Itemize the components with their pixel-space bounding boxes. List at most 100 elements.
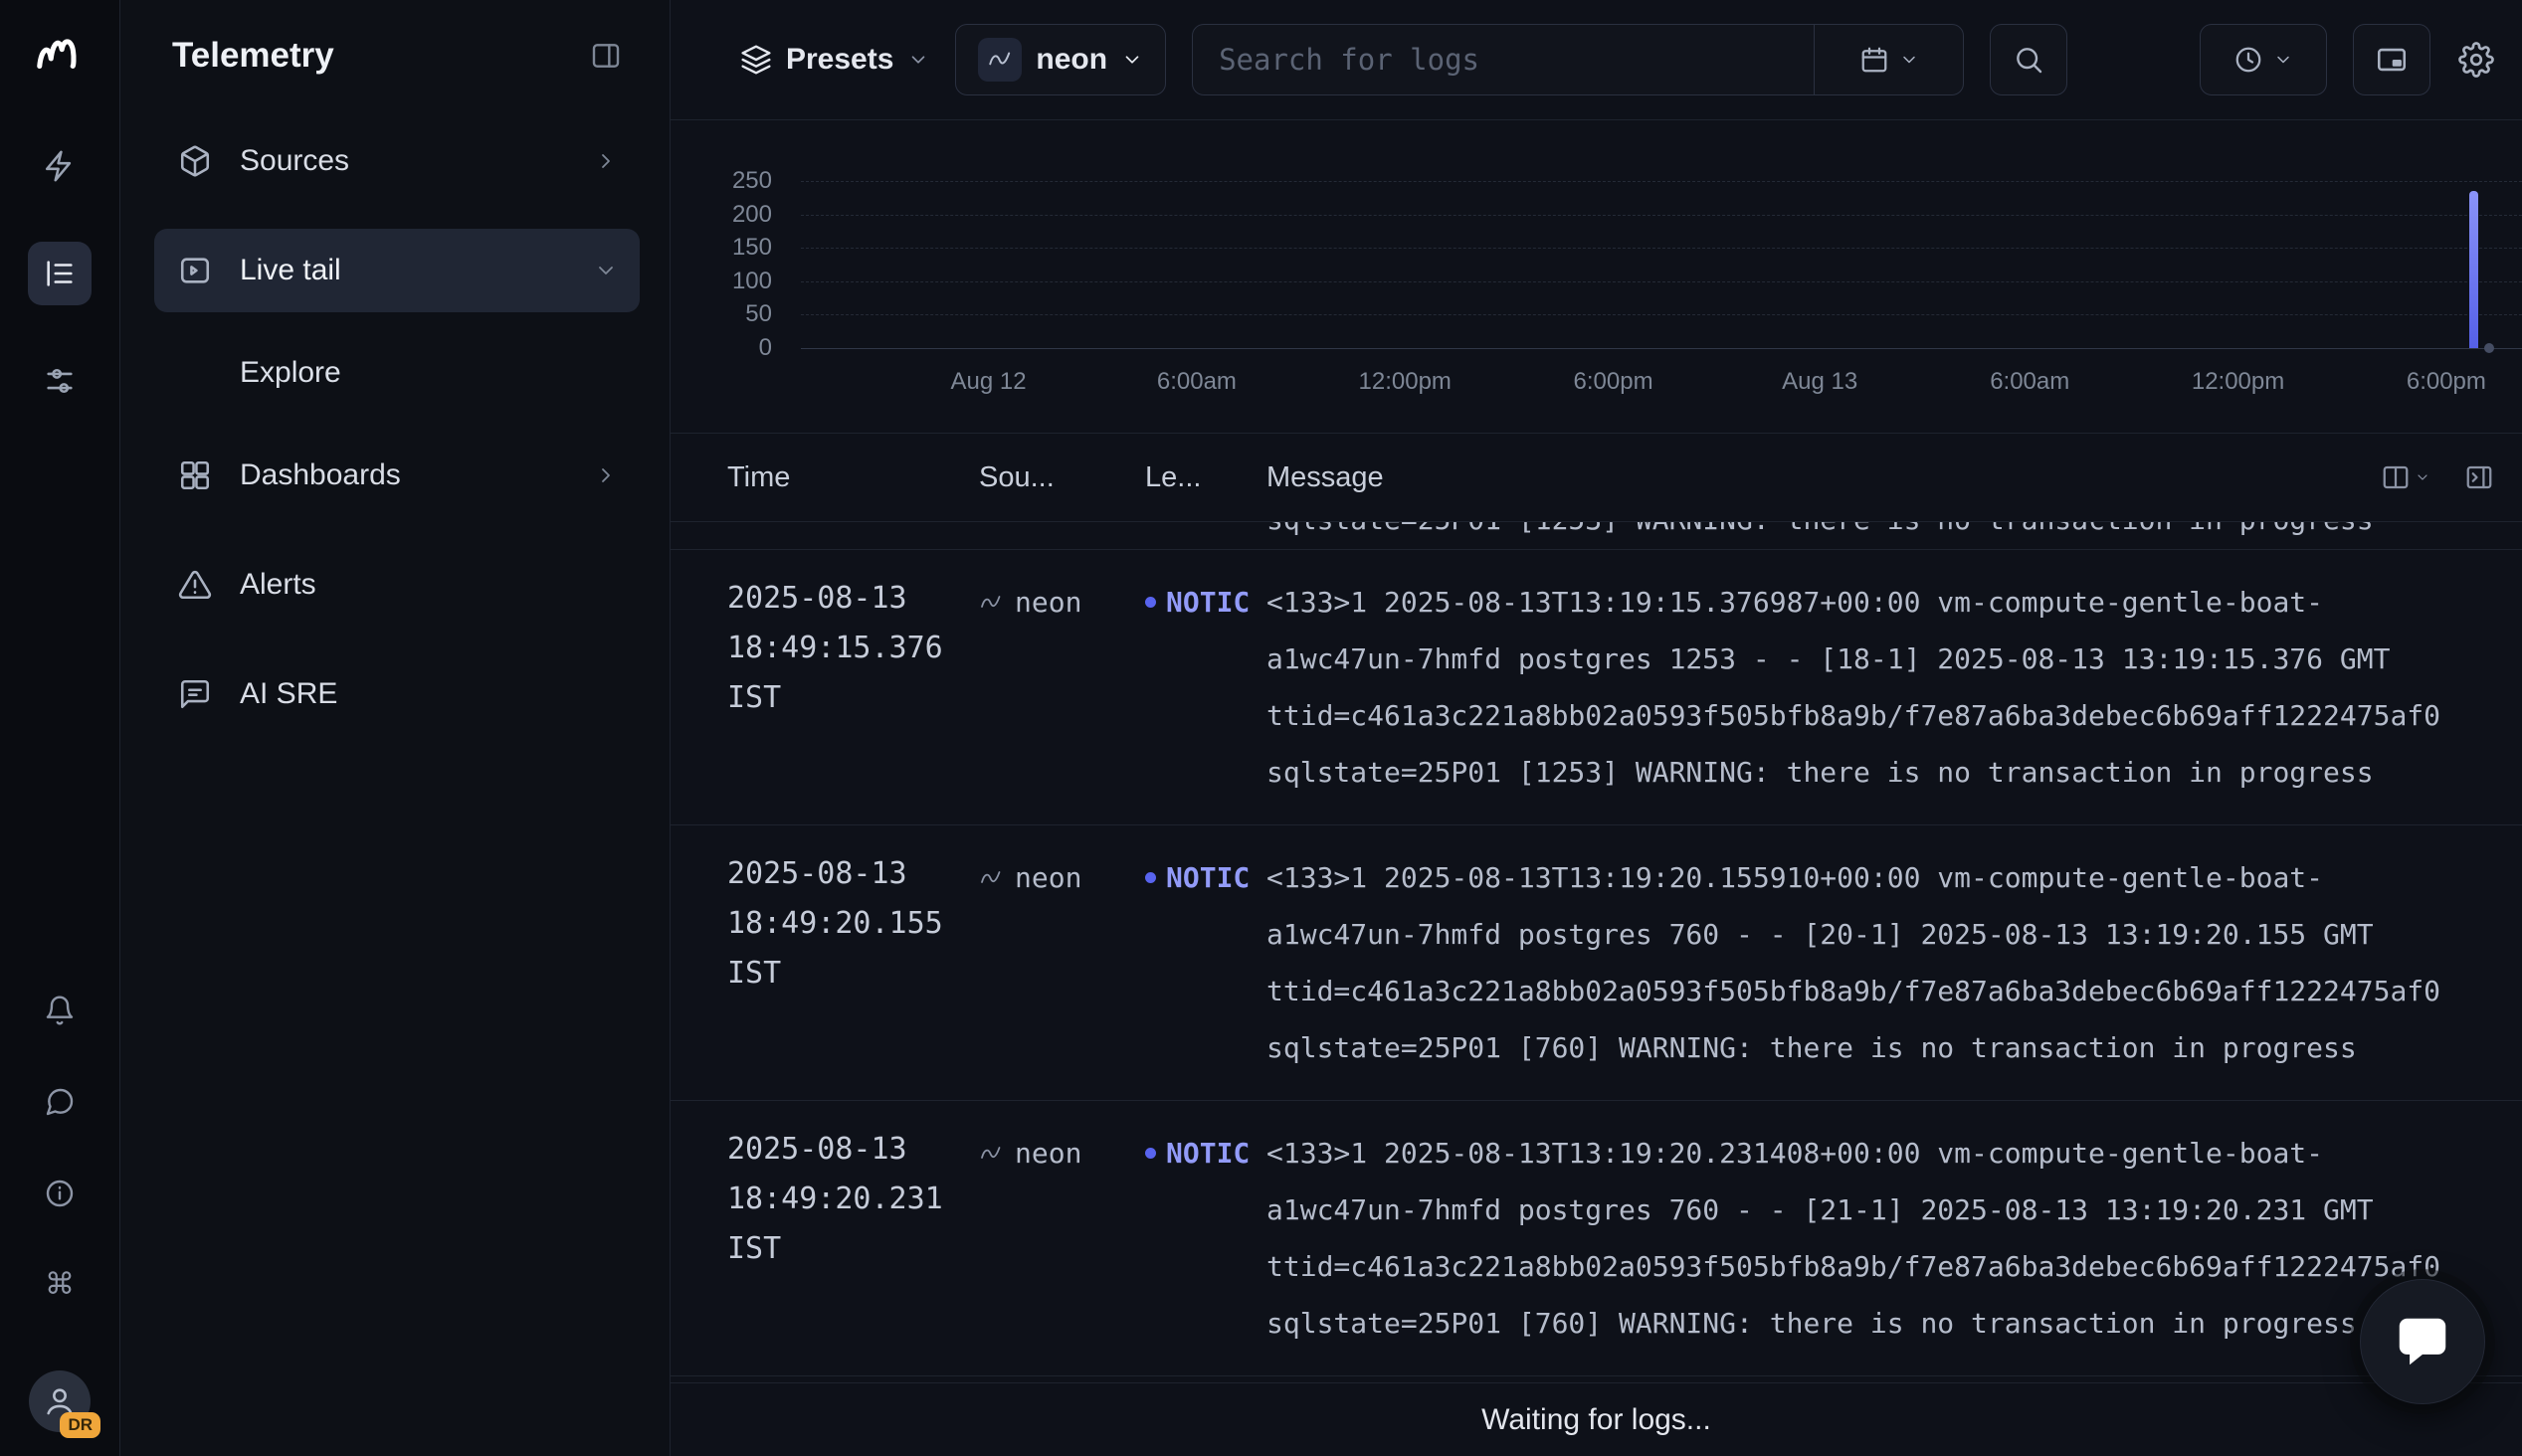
log-tz: IST — [727, 949, 979, 999]
column-header-message-label[interactable]: Message — [1266, 461, 1384, 494]
log-time: 2025-08-13 18:49:20.155 IST — [727, 849, 979, 1076]
log-list[interactable]: sqlstate=25P01 [1253] WARNING: there is … — [671, 522, 2522, 1382]
log-row[interactable]: 2025-08-13 18:49:20.155 IST neon NOTIC <… — [671, 825, 2522, 1101]
settings-button[interactable] — [2458, 42, 2494, 78]
log-level: NOTIC — [1145, 574, 1266, 801]
y-tick: 50 — [745, 300, 772, 328]
log-tz: IST — [727, 1224, 979, 1274]
log-source: neon — [979, 1125, 1145, 1352]
gridline — [801, 314, 2522, 315]
columns-icon — [2381, 462, 2411, 492]
y-tick: 100 — [732, 268, 772, 295]
split-view-button[interactable] — [2464, 462, 2494, 492]
search-button[interactable] — [1990, 24, 2067, 95]
level-dot-icon — [1145, 1148, 1156, 1159]
warning-triangle-icon — [176, 568, 214, 602]
rail-item-logs[interactable] — [28, 242, 92, 305]
rail-item-metrics[interactable] — [28, 349, 92, 413]
log-row[interactable]: 2025-08-13 18:49:20.231 IST neon NOTIC <… — [671, 1101, 2522, 1376]
log-message-line: <133>1 2025-08-13T13:19:20.231408+00:00 … — [1266, 1125, 2494, 1182]
sidebar-item-live-tail[interactable]: Live tail — [154, 229, 640, 312]
chart-plot-area[interactable] — [801, 181, 2522, 348]
gridline — [801, 215, 2522, 216]
app-root: ⌘ DR Telemetry Sources — [0, 0, 2522, 1456]
columns-settings-button[interactable] — [2381, 462, 2430, 492]
log-row[interactable]: 2025-08-13 18:49:15.376 IST neon NOTIC <… — [671, 550, 2522, 825]
sidebar-item-label: Live tail — [240, 254, 594, 287]
message-square-icon — [176, 677, 214, 711]
log-time: 2025-08-13 18:49:20.231 IST — [727, 1125, 979, 1352]
sidebar-item-label: Dashboards — [240, 458, 594, 492]
saved-filters-dropdown[interactable] — [1814, 25, 1963, 94]
log-message-clipped: sqlstate=25P01 [1253] WARNING: there is … — [1266, 522, 2522, 548]
pip-view-button[interactable] — [2353, 24, 2430, 95]
log-message: <133>1 2025-08-13T13:19:20.231408+00:00 … — [1266, 1125, 2494, 1352]
panel-right-icon — [2464, 462, 2494, 492]
clock-icon — [2233, 45, 2263, 75]
x-tick: 12:00pm — [1359, 368, 1452, 396]
source-selector[interactable]: neon — [955, 24, 1166, 95]
column-header-time[interactable]: Time — [727, 461, 979, 494]
log-message-line: sqlstate=25P01 [1253] WARNING: there is … — [1266, 744, 2494, 801]
main-content: Presets neon — [671, 0, 2522, 1456]
column-header-level[interactable]: Le... — [1145, 461, 1266, 494]
sidebar-item-ai-sre[interactable]: AI SRE — [154, 652, 640, 736]
x-tick: 6:00am — [1990, 368, 2069, 396]
command-icon[interactable]: ⌘ — [40, 1265, 80, 1305]
chat-icon — [2392, 1311, 2453, 1372]
gridline — [801, 181, 2522, 182]
log-source-name: neon — [1015, 574, 1081, 631]
sidebar-item-explore[interactable]: Explore — [154, 338, 640, 408]
column-header-source[interactable]: Sou... — [979, 461, 1145, 494]
sidebar-header: Telemetry — [120, 36, 670, 76]
chart-x-axis: Aug 12 6:00am 12:00pm 6:00pm Aug 13 6:00… — [801, 368, 2522, 400]
log-message-line: ttid=c461a3c221a8bb02a0593f505bfb8a9b/f7… — [1266, 963, 2494, 1019]
grid-icon — [176, 458, 214, 492]
log-source-name: neon — [1015, 849, 1081, 906]
y-tick: 150 — [732, 234, 772, 262]
rail-item-quickstart[interactable] — [28, 134, 92, 198]
chart-y-axis: 250 200 150 100 50 0 — [671, 181, 786, 348]
source-icon — [979, 1125, 1003, 1182]
sidebar-item-label: Explore — [240, 356, 618, 390]
y-tick: 200 — [732, 201, 772, 229]
level-dot-icon — [1145, 872, 1156, 883]
log-date: 2025-08-13 — [727, 849, 979, 899]
log-level-label: NOTIC — [1166, 849, 1250, 906]
collapse-sidebar-icon[interactable] — [590, 40, 622, 72]
sidebar-item-label: Sources — [240, 144, 594, 178]
y-tick: 0 — [759, 334, 772, 362]
sidebar-item-alerts[interactable]: Alerts — [154, 543, 640, 627]
log-message: <133>1 2025-08-13T13:19:20.155910+00:00 … — [1266, 849, 2494, 1076]
user-avatar[interactable]: DR — [29, 1370, 91, 1432]
chart-bar[interactable] — [2469, 191, 2478, 348]
info-icon[interactable] — [40, 1174, 80, 1213]
gridline — [801, 281, 2522, 282]
chat-bubble-icon[interactable] — [40, 1082, 80, 1122]
log-table-header: Time Sou... Le... Message — [671, 434, 2522, 522]
log-level-label: NOTIC — [1166, 574, 1250, 631]
live-tail-icon — [176, 254, 214, 287]
search-icon — [2013, 44, 2044, 76]
log-clock: 18:49:20.231 — [727, 1175, 979, 1224]
waiting-status: Waiting for logs... — [671, 1382, 2522, 1456]
log-level: NOTIC — [1145, 849, 1266, 1076]
brand-logo-icon — [33, 26, 87, 85]
sidebar-item-sources[interactable]: Sources — [154, 119, 640, 203]
sidebar-item-dashboards[interactable]: Dashboards — [154, 434, 640, 517]
x-tick: 6:00am — [1157, 368, 1237, 396]
time-range-dropdown[interactable] — [2200, 24, 2327, 95]
presets-dropdown[interactable]: Presets — [740, 43, 929, 77]
rail-bottom-group: ⌘ DR — [29, 991, 91, 1432]
chevron-down-icon — [1899, 50, 1919, 70]
log-message-line: a1wc47un-7hmfd postgres 760 - - [20-1] 2… — [1266, 906, 2494, 963]
log-message-line: ttid=c461a3c221a8bb02a0593f505bfb8a9b/f7… — [1266, 1238, 2494, 1295]
x-tick: Aug 13 — [1782, 368, 1857, 396]
log-level-label: NOTIC — [1166, 1125, 1250, 1182]
search-input[interactable] — [1193, 25, 1814, 94]
log-row-clipped[interactable]: sqlstate=25P01 [1253] WARNING: there is … — [671, 522, 2522, 550]
log-date: 2025-08-13 — [727, 1125, 979, 1175]
bell-icon[interactable] — [40, 991, 80, 1030]
support-chat-button[interactable] — [2360, 1279, 2485, 1404]
chart-scrub-dot[interactable] — [2484, 343, 2494, 353]
